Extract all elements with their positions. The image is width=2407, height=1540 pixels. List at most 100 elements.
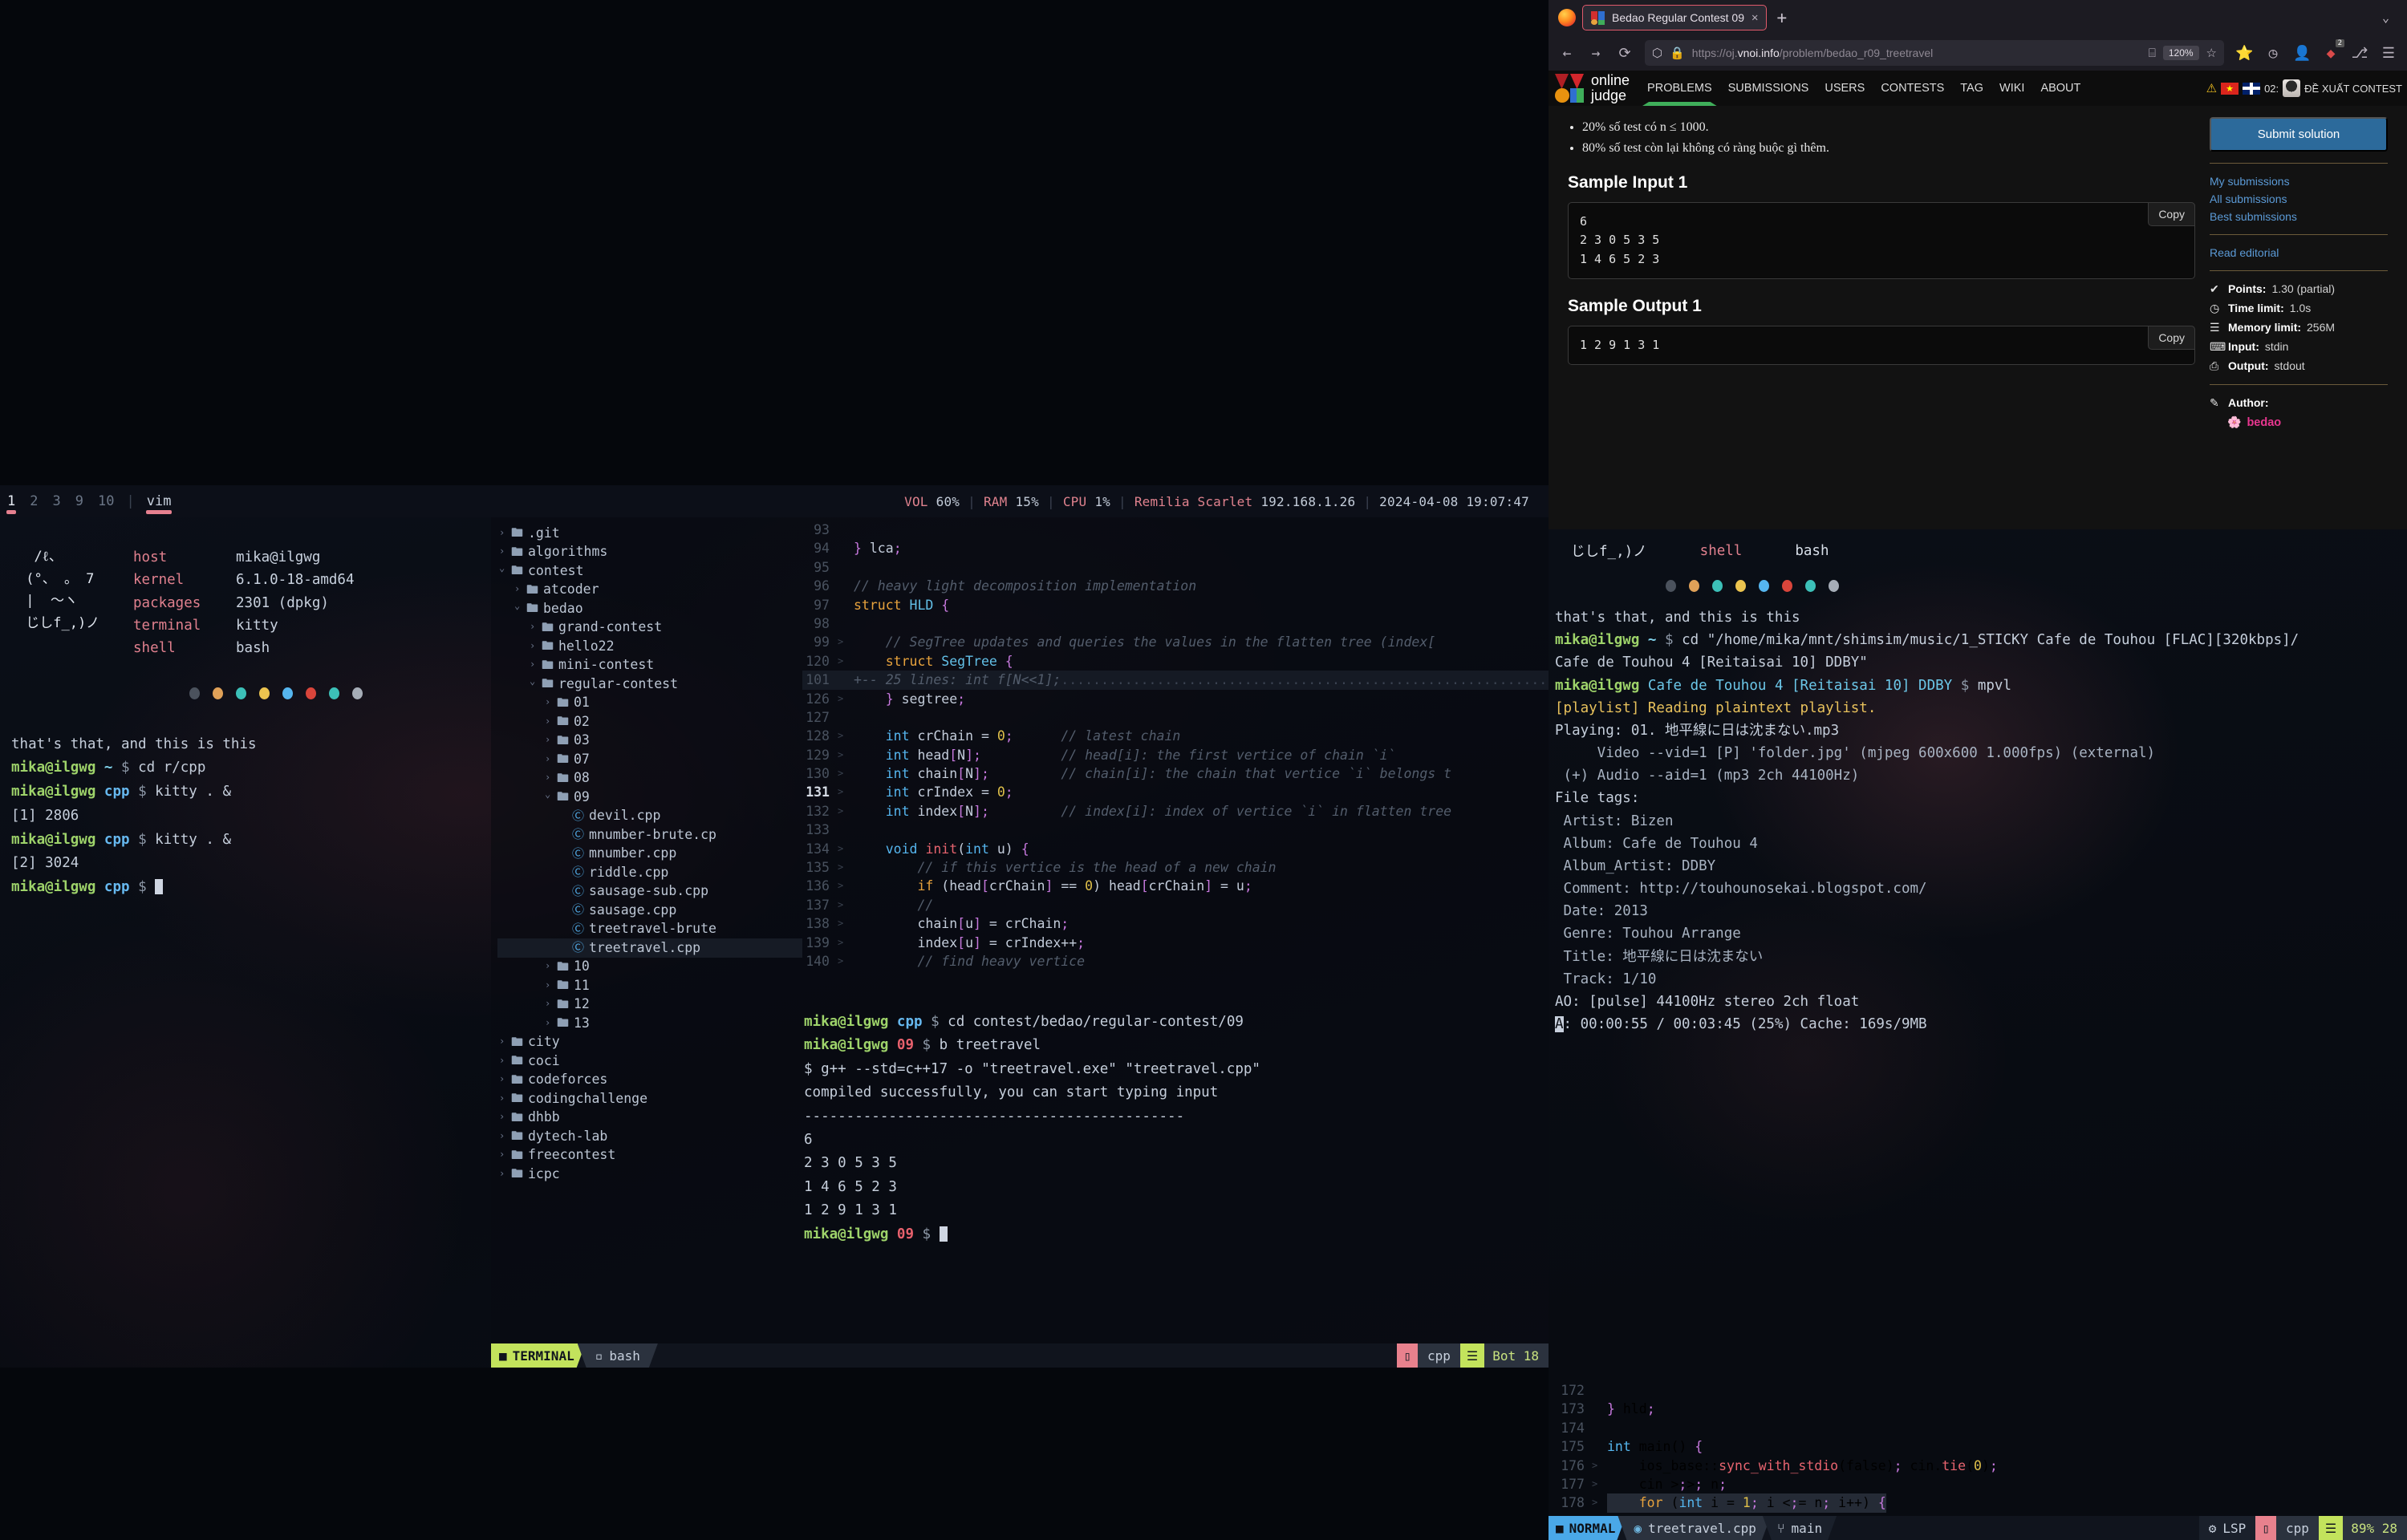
code-line[interactable]: 128 > int crChain = 0; // latest chain bbox=[802, 727, 1549, 745]
history-icon[interactable]: ◷ bbox=[2264, 45, 2282, 62]
neovim-editor-right[interactable]: 172 173} hld; 174 175 int main() {176 > ios_b… bbox=[1549, 1381, 2407, 1540]
fold-marker[interactable]: > bbox=[838, 896, 854, 914]
tree-folder-item[interactable]: 08 bbox=[497, 769, 802, 788]
kitty-tab-9[interactable]: 9 bbox=[68, 493, 91, 509]
code-line[interactable]: 97 struct HLD { bbox=[802, 596, 1549, 614]
nav-item-tag[interactable]: TAG bbox=[1952, 71, 1991, 106]
tree-folder-item[interactable]: 10 bbox=[497, 958, 802, 977]
fold-marker[interactable]: > bbox=[838, 764, 854, 783]
tree-folder-item[interactable]: regular-contest bbox=[497, 675, 802, 694]
code-line[interactable]: 173} hld; bbox=[1549, 1400, 2407, 1418]
save-icon[interactable]: ⎇ bbox=[2351, 45, 2368, 62]
new-tab-button[interactable]: + bbox=[1767, 8, 1796, 27]
chevron-right-icon[interactable] bbox=[545, 694, 557, 711]
code-line[interactable]: 130 > int chain[N]; // chain[i]: the chai… bbox=[802, 764, 1549, 783]
code-line[interactable]: 127 bbox=[802, 708, 1549, 727]
code-line[interactable]: 172 bbox=[1549, 1381, 2407, 1400]
fold-marker[interactable]: > bbox=[838, 802, 854, 821]
close-icon[interactable]: ✕ bbox=[1751, 11, 1758, 24]
chevron-right-icon[interactable] bbox=[530, 656, 542, 674]
tree-folder-item[interactable]: icpc bbox=[497, 1165, 802, 1184]
chevron-right-icon[interactable] bbox=[499, 543, 511, 561]
code-line[interactable]: 137 > // bbox=[802, 896, 1549, 914]
kitty-tab-2[interactable]: 2 bbox=[22, 493, 45, 509]
chevron-right-icon[interactable] bbox=[545, 732, 557, 749]
forward-icon[interactable]: → bbox=[1587, 45, 1605, 62]
chevron-right-icon[interactable] bbox=[545, 713, 557, 731]
code-line[interactable]: 99 > // SegTree updates and queries the v… bbox=[802, 633, 1549, 651]
code-line[interactable]: 95 bbox=[802, 558, 1549, 577]
chevron-right-icon[interactable] bbox=[530, 638, 542, 655]
pocket-icon[interactable]: ⭐ bbox=[2235, 45, 2253, 62]
fold-marker[interactable]: > bbox=[838, 783, 854, 801]
author-row[interactable]: 🌸 bedao bbox=[2227, 415, 2388, 429]
bash-session-left[interactable]: that's that, and this is this mika@ilgwg… bbox=[11, 733, 481, 900]
copy-output-button[interactable]: Copy bbox=[2148, 325, 2195, 350]
tree-file-item[interactable]: Ⓒtreetravel.cpp bbox=[497, 938, 802, 958]
fold-marker[interactable]: > bbox=[838, 652, 854, 671]
chevron-right-icon[interactable] bbox=[514, 581, 526, 598]
tree-folder-item[interactable]: grand-contest bbox=[497, 618, 802, 638]
code-editor-center[interactable]: 93 94} lca; 95 96 // heavy light decompositi… bbox=[802, 517, 1549, 1004]
copy-input-button[interactable]: Copy bbox=[2148, 202, 2195, 226]
submit-solution-button[interactable]: Submit solution bbox=[2210, 117, 2388, 152]
mpv-terminal-output[interactable]: that's that, and this is this mika@ilgwg … bbox=[1549, 592, 2407, 1035]
tree-folder-item[interactable]: 11 bbox=[497, 976, 802, 995]
link-my-submissions[interactable]: My submissions bbox=[2210, 175, 2388, 188]
code-line[interactable]: 135 > // if this vertice is the head of a… bbox=[802, 858, 1549, 877]
tree-folder-item[interactable]: 07 bbox=[497, 750, 802, 769]
code-line[interactable]: 138 > chain[u] = crChain; bbox=[802, 914, 1549, 933]
user-avatar[interactable] bbox=[2283, 79, 2301, 97]
code-line[interactable]: 133 bbox=[802, 821, 1549, 839]
chevron-right-icon[interactable] bbox=[499, 1090, 511, 1108]
chevron-right-icon[interactable] bbox=[545, 769, 557, 787]
code-line[interactable]: 176 > ios_base::sync_with_stdio(false); c… bbox=[1549, 1457, 2407, 1475]
tree-folder-item[interactable]: 02 bbox=[497, 712, 802, 732]
chevron-down-icon[interactable]: ⌄ bbox=[2382, 10, 2401, 25]
browser-tab-active[interactable]: Bedao Regular Contest 09 ✕ bbox=[1582, 5, 1768, 30]
address-bar[interactable]: ⬡ 🔒 https://oj.vnoi.info/problem/bedao_r… bbox=[1645, 40, 2224, 66]
chevron-right-icon[interactable] bbox=[499, 1108, 511, 1126]
chevron-right-icon[interactable] bbox=[545, 958, 557, 975]
code-line[interactable]: 98 bbox=[802, 614, 1549, 633]
tree-folder-item[interactable]: 12 bbox=[497, 995, 802, 1015]
chevron-right-icon[interactable] bbox=[545, 995, 557, 1013]
chevron-right-icon[interactable] bbox=[545, 977, 557, 995]
chevron-down-icon[interactable] bbox=[499, 562, 511, 580]
code-line[interactable]: 131 > int crIndex = 0; bbox=[802, 783, 1549, 801]
fold-marker[interactable]: > bbox=[838, 633, 854, 651]
link-best-submissions[interactable]: Best submissions bbox=[2210, 210, 2388, 223]
fold-marker[interactable]: > bbox=[1592, 1493, 1607, 1512]
code-line[interactable]: 120 > struct SegTree { bbox=[802, 652, 1549, 671]
author-name[interactable]: bedao bbox=[2247, 416, 2281, 429]
chevron-right-icon[interactable] bbox=[499, 525, 511, 542]
code-line[interactable]: 96 // heavy light decomposition implement… bbox=[802, 577, 1549, 595]
kitty-tab-10[interactable]: 10 bbox=[91, 493, 121, 509]
extension-icon[interactable]: ◆ 2 bbox=[2322, 38, 2344, 62]
center-terminal-output[interactable]: mika@ilgwg cpp $ cd contest/bedao/regula… bbox=[802, 1004, 1549, 1343]
code-line[interactable]: 126 > } segtree; bbox=[802, 690, 1549, 708]
link-read-editorial[interactable]: Read editorial bbox=[2210, 246, 2388, 259]
chevron-right-icon[interactable] bbox=[499, 1165, 511, 1183]
link-all-submissions[interactable]: All submissions bbox=[2210, 192, 2388, 205]
fold-marker[interactable]: > bbox=[838, 746, 854, 764]
chevron-right-icon[interactable] bbox=[499, 1146, 511, 1164]
chevron-right-icon[interactable] bbox=[499, 1071, 511, 1088]
nav-item-about[interactable]: ABOUT bbox=[2032, 71, 2088, 106]
fold-marker[interactable]: > bbox=[838, 858, 854, 877]
chevron-right-icon[interactable] bbox=[545, 751, 557, 768]
tree-folder-item[interactable]: 01 bbox=[497, 694, 802, 713]
zoom-level-badge[interactable]: 120% bbox=[2162, 46, 2199, 60]
nav-item-users[interactable]: USERS bbox=[1816, 71, 1873, 106]
code-line[interactable]: 139 > index[u] = crIndex++; bbox=[802, 934, 1549, 952]
code-line[interactable]: 93 bbox=[802, 521, 1549, 539]
nav-item-wiki[interactable]: WIKI bbox=[1991, 71, 2032, 106]
reader-mode-icon[interactable]: ⌸ bbox=[2149, 47, 2156, 60]
file-tree[interactable]: .gitalgorithmscontestatcoderbedaogrand-c… bbox=[491, 517, 802, 1343]
kitty-tab-3[interactable]: 3 bbox=[46, 493, 68, 509]
back-icon[interactable]: ← bbox=[1558, 45, 1576, 62]
vietnam-flag-icon[interactable]: ★ bbox=[2221, 82, 2239, 95]
chevron-right-icon[interactable] bbox=[499, 1033, 511, 1051]
uk-flag-icon[interactable] bbox=[2243, 82, 2261, 95]
fold-marker[interactable]: > bbox=[838, 840, 854, 858]
